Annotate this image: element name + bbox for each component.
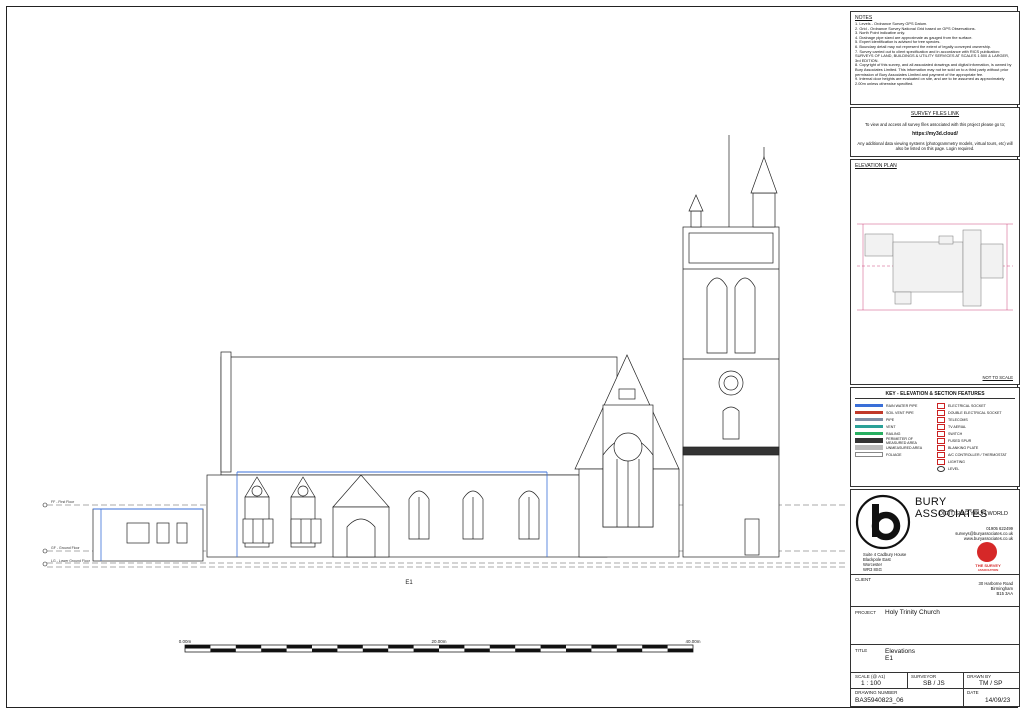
level-markers: [42, 502, 48, 567]
key-item-rain-water-pipe: RAIN WATER PIPE: [855, 402, 933, 409]
key-panel: KEY - ELEVATION & SECTION FEATURES RAIN …: [850, 387, 1020, 487]
client-cell: CLIENT 30 Harborne Road Birmingham B15 3…: [851, 574, 1019, 606]
company-contacts: 01905 622499 surveys@buryassociates.co.u…: [955, 526, 1013, 541]
key-item-foliage: FOLIAGE: [855, 451, 933, 458]
elevation-plan-thumbnail: [857, 223, 1013, 311]
drawing-number-cell: DRAWING NUMBER BA35940823_06: [851, 689, 964, 707]
key-item-vent: VENT: [855, 423, 933, 430]
info-row-2: DRAWING NUMBER BA35940823_06 DATE 14/09/…: [851, 688, 1019, 707]
key-item-double-socket: DOUBLE ELECTRICAL SOCKET: [937, 409, 1015, 416]
thermostat-icon: [937, 451, 945, 458]
survey-files-panel: SURVEY FILES LINK To view and access all…: [850, 107, 1020, 157]
elevation-plan-title: ELEVATION PLAN: [855, 163, 897, 169]
elevation-label: E1: [405, 580, 413, 586]
key-item-electrical-socket: ELECTRICAL SOCKET: [937, 402, 1015, 409]
title-label: TITLE: [855, 648, 868, 653]
scale-bar: 0.00m 20.00m 40.00m: [179, 639, 701, 653]
key-item-lighting: LIGHTING: [937, 458, 1015, 465]
key-grid: RAIN WATER PIPE SOIL VENT PIPE PIPE VENT…: [855, 402, 1015, 472]
key-item-fused-spur: FUSED SPUR: [937, 437, 1015, 444]
surveyor-cell: SURVEYOR SB / JS: [907, 673, 964, 689]
client-label: CLIENT: [855, 577, 872, 582]
survey-files-title: SURVEY FILES LINK: [910, 111, 960, 117]
survey-files-intro: To view and access all survey files asso…: [864, 122, 1006, 127]
company-web[interactable]: www.buryassociates.co.uk: [955, 536, 1013, 541]
project-cell: PROJECT Holy Trinity Church: [851, 606, 1019, 644]
not-to-scale-label: NOT TO SCALE: [982, 375, 1014, 380]
drawing-number-value: BA35940823_06: [855, 697, 904, 704]
key-item-switch: SWITCH: [937, 430, 1015, 437]
key-item-thermostat: A/C CONTROLLER / THERMOSTAT: [937, 451, 1015, 458]
key-title: KEY - ELEVATION & SECTION FEATURES: [855, 391, 1015, 399]
scale-bar-label-mid: 20.00m: [431, 639, 446, 644]
survey-association-badge-icon: [977, 542, 997, 562]
key-item-pipe: PIPE: [855, 416, 933, 423]
date-value: 14/09/23: [985, 697, 1011, 704]
key-item-tv-aerial: TV AERIAL: [937, 423, 1015, 430]
project-label: PROJECT: [855, 610, 877, 615]
key-right-column: ELECTRICAL SOCKET DOUBLE ELECTRICAL SOCK…: [937, 402, 1015, 472]
telecoms-icon: [937, 416, 945, 423]
key-item-perimeter: PERIMETER OF MEASURED AREA: [855, 437, 933, 445]
drawing-title: Elevations E1: [885, 648, 915, 662]
lighting-icon: [937, 458, 945, 465]
scale-cell: SCALE (@ A1) 1 : 100: [851, 673, 908, 689]
key-item-level: LEVEL: [937, 465, 1015, 472]
elevation-plan-panel: ELEVATION PLAN NOT TO SCALE: [850, 159, 1020, 385]
level-label-gf: GF - Ground Floor: [51, 546, 80, 550]
electrical-socket-icon: [937, 402, 945, 409]
survey-files-link[interactable]: https://my3d.cloud/: [855, 131, 1015, 137]
drawing-sheet: FF - First Floor GF - Ground Floor LG - …: [6, 6, 1020, 708]
church-elevation: [92, 135, 780, 562]
survey-association-badge: THE SURVEY ASSOCIATION: [975, 563, 1001, 572]
title-block: BURY ASSOCIATES DIGITISING YOUR WORLD 01…: [850, 489, 1020, 707]
scale-value: 1 : 100: [861, 680, 881, 687]
level-label-ff: FF - First Floor: [51, 500, 75, 504]
level-icon: [937, 465, 945, 472]
notes-list: 1. Levels - Ordnance Survey GPS Datum. 2…: [855, 21, 1015, 86]
key-item-unmeasured-area: UNMEASURED AREA: [855, 444, 933, 451]
level-label-lg: LG - Lower Ground Floor: [51, 559, 91, 563]
switch-icon: [937, 430, 945, 437]
note-item: 7. Survey carried out to client specific…: [855, 48, 1010, 63]
company-logo-icon: [855, 494, 911, 550]
blanking-plate-icon: [937, 444, 945, 451]
date-cell: DATE 14/09/23: [967, 690, 1011, 704]
drawn-by-cell: DRAWN BY TM / SP: [967, 674, 1003, 687]
note-item: 9. Internal door heights are evaluated o…: [855, 76, 1005, 86]
survey-files-note: Any additional data viewing systems (pho…: [857, 141, 1013, 151]
fused-spur-icon: [937, 437, 945, 444]
scale-bar-label-end: 40.00m: [685, 639, 700, 644]
key-item-telecoms: TELECOMS: [937, 416, 1015, 423]
company-address: Suite 4 Cadbury House Blackpole East Wor…: [863, 552, 907, 572]
title-cell: TITLE Elevations E1: [851, 644, 1019, 672]
key-left-column: RAIN WATER PIPE SOIL VENT PIPE PIPE VENT…: [855, 402, 933, 472]
scale-bar-label-start: 0.00m: [179, 639, 192, 644]
info-row-1: SCALE (@ A1) 1 : 100 SURVEYOR SB / JS DR…: [851, 672, 1019, 689]
tv-aerial-icon: [937, 423, 945, 430]
surveyor-value: SB / JS: [923, 680, 945, 687]
notes-panel: NOTES 1. Levels - Ordnance Survey GPS Da…: [850, 11, 1020, 105]
drawn-by-value: TM / SP: [979, 680, 1003, 687]
double-socket-icon: [937, 409, 945, 416]
company-tagline: DIGITISING YOUR WORLD: [939, 511, 1008, 517]
project-name: Holy Trinity Church: [885, 609, 940, 616]
note-item: 8. Copyright of this survey, and all ass…: [855, 62, 1012, 77]
elevation-drawing: FF - First Floor GF - Ground Floor LG - …: [42, 135, 845, 653]
key-item-blanking-plate: BLANKING PLATE: [937, 444, 1015, 451]
nave-roof: [220, 356, 618, 476]
client-address: 30 Harborne Road Birmingham B15 3AA: [978, 581, 1013, 596]
key-item-soil-vent-pipe: SOIL VENT PIPE: [855, 409, 933, 416]
